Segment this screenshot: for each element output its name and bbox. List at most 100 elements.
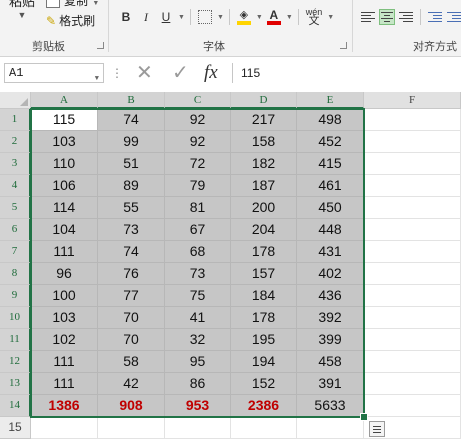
cell-a11[interactable]: 102 bbox=[31, 329, 98, 351]
cell-f8[interactable] bbox=[364, 263, 461, 285]
formula-bar-grip-icon[interactable]: ⋮ bbox=[111, 66, 123, 80]
font-launcher-icon[interactable] bbox=[340, 42, 347, 49]
cell-e3[interactable]: 415 bbox=[297, 153, 364, 175]
cell-a5[interactable]: 114 bbox=[31, 197, 98, 219]
cell-e7[interactable]: 431 bbox=[297, 241, 364, 263]
name-box[interactable]: A1 ▼ bbox=[4, 63, 104, 83]
cell-d2[interactable]: 158 bbox=[231, 131, 297, 153]
row-header-14[interactable]: 14 bbox=[0, 395, 31, 417]
cell-c3[interactable]: 72 bbox=[165, 153, 231, 175]
cell-d7[interactable]: 178 bbox=[231, 241, 297, 263]
cell-f6[interactable] bbox=[364, 219, 461, 241]
bold-button[interactable]: B bbox=[117, 7, 135, 27]
phonetic-button[interactable]: wén 文 bbox=[304, 7, 325, 27]
paste-button[interactable]: 粘贴 ▼ bbox=[2, 0, 42, 20]
cell-b6[interactable]: 73 bbox=[98, 219, 165, 241]
cell-d12[interactable]: 194 bbox=[231, 351, 297, 373]
cell-d6[interactable]: 204 bbox=[231, 219, 297, 241]
cell-c15[interactable] bbox=[165, 417, 231, 439]
cell-d5[interactable]: 200 bbox=[231, 197, 297, 219]
cell-e15[interactable] bbox=[297, 417, 364, 439]
cell-a10[interactable]: 103 bbox=[31, 307, 98, 329]
cell-a1[interactable]: 115 bbox=[31, 109, 98, 131]
cell-d11[interactable]: 195 bbox=[231, 329, 297, 351]
cell-a12[interactable]: 111 bbox=[31, 351, 98, 373]
cell-b1[interactable]: 74 bbox=[98, 109, 165, 131]
cell-e14[interactable]: 5633 bbox=[297, 395, 364, 417]
cell-f10[interactable] bbox=[364, 307, 461, 329]
row-header-13[interactable]: 13 bbox=[0, 373, 31, 395]
cell-c14[interactable]: 953 bbox=[165, 395, 231, 417]
cell-e12[interactable]: 458 bbox=[297, 351, 364, 373]
x-icon[interactable]: ✕ bbox=[136, 62, 153, 84]
borders-button[interactable] bbox=[196, 7, 214, 27]
underline-button[interactable]: U bbox=[157, 7, 175, 27]
increase-indent-icon[interactable] bbox=[446, 9, 461, 25]
format-painter-button[interactable]: ✎ 格式刷 bbox=[46, 12, 95, 30]
align-right-icon[interactable] bbox=[398, 9, 414, 25]
italic-button[interactable]: I bbox=[137, 7, 155, 27]
column-header-f[interactable]: F bbox=[364, 92, 461, 109]
row-header-11[interactable]: 11 bbox=[0, 329, 31, 351]
cell-f14[interactable] bbox=[364, 395, 461, 417]
name-box-dropdown-icon[interactable]: ▼ bbox=[95, 70, 99, 88]
column-header-c[interactable]: C bbox=[165, 92, 231, 109]
cell-d8[interactable]: 157 bbox=[231, 263, 297, 285]
row-header-4[interactable]: 4 bbox=[0, 175, 31, 197]
cell-c11[interactable]: 32 bbox=[165, 329, 231, 351]
phonetic-dropdown-icon[interactable]: ▼ bbox=[327, 14, 334, 21]
quick-analysis-icon[interactable] bbox=[369, 421, 385, 437]
row-header-3[interactable]: 3 bbox=[0, 153, 31, 175]
cell-b8[interactable]: 76 bbox=[98, 263, 165, 285]
cell-a3[interactable]: 110 bbox=[31, 153, 98, 175]
decrease-indent-icon[interactable] bbox=[427, 9, 443, 25]
cell-b10[interactable]: 70 bbox=[98, 307, 165, 329]
row-header-1[interactable]: 1 bbox=[0, 109, 31, 131]
cell-e13[interactable]: 391 bbox=[297, 373, 364, 395]
cell-d9[interactable]: 184 bbox=[231, 285, 297, 307]
column-header-b[interactable]: B bbox=[98, 92, 165, 109]
cell-a15[interactable] bbox=[31, 417, 98, 439]
cell-b9[interactable]: 77 bbox=[98, 285, 165, 307]
cell-d13[interactable]: 152 bbox=[231, 373, 297, 395]
cell-f3[interactable] bbox=[364, 153, 461, 175]
column-header-a[interactable]: A bbox=[31, 92, 98, 109]
cell-c7[interactable]: 68 bbox=[165, 241, 231, 263]
cell-a4[interactable]: 106 bbox=[31, 175, 98, 197]
cell-c1[interactable]: 92 bbox=[165, 109, 231, 131]
cell-c8[interactable]: 73 bbox=[165, 263, 231, 285]
select-all-corner[interactable] bbox=[0, 92, 31, 109]
cell-d10[interactable]: 178 bbox=[231, 307, 297, 329]
row-header-9[interactable]: 9 bbox=[0, 285, 31, 307]
paste-dropdown-icon[interactable]: ▼ bbox=[2, 10, 42, 20]
cell-e8[interactable]: 402 bbox=[297, 263, 364, 285]
cell-f13[interactable] bbox=[364, 373, 461, 395]
check-icon[interactable]: ✓ bbox=[172, 62, 189, 84]
cell-a2[interactable]: 103 bbox=[31, 131, 98, 153]
copy-dropdown-icon[interactable]: ▼ bbox=[92, 0, 99, 7]
copy-button[interactable]: 复制 ▼ bbox=[46, 0, 99, 10]
cell-a13[interactable]: 111 bbox=[31, 373, 98, 395]
cell-f2[interactable] bbox=[364, 131, 461, 153]
cell-c9[interactable]: 75 bbox=[165, 285, 231, 307]
cell-b4[interactable]: 89 bbox=[98, 175, 165, 197]
font-color-dropdown-icon[interactable]: ▼ bbox=[286, 14, 293, 21]
cell-e10[interactable]: 392 bbox=[297, 307, 364, 329]
cell-f4[interactable] bbox=[364, 175, 461, 197]
borders-dropdown-icon[interactable]: ▼ bbox=[217, 14, 224, 21]
row-header-6[interactable]: 6 bbox=[0, 219, 31, 241]
cell-e5[interactable]: 450 bbox=[297, 197, 364, 219]
cell-b14[interactable]: 908 bbox=[98, 395, 165, 417]
fill-color-button[interactable]: ◈ bbox=[235, 7, 253, 27]
row-header-12[interactable]: 12 bbox=[0, 351, 31, 373]
column-header-d[interactable]: D bbox=[231, 92, 297, 109]
cell-b3[interactable]: 51 bbox=[98, 153, 165, 175]
formula-input[interactable]: 115 bbox=[232, 63, 461, 83]
cell-d1[interactable]: 217 bbox=[231, 109, 297, 131]
cell-b7[interactable]: 74 bbox=[98, 241, 165, 263]
cell-c13[interactable]: 86 bbox=[165, 373, 231, 395]
cell-f1[interactable] bbox=[364, 109, 461, 131]
cell-a9[interactable]: 100 bbox=[31, 285, 98, 307]
cell-c4[interactable]: 79 bbox=[165, 175, 231, 197]
fx-icon[interactable]: fx bbox=[204, 62, 218, 84]
